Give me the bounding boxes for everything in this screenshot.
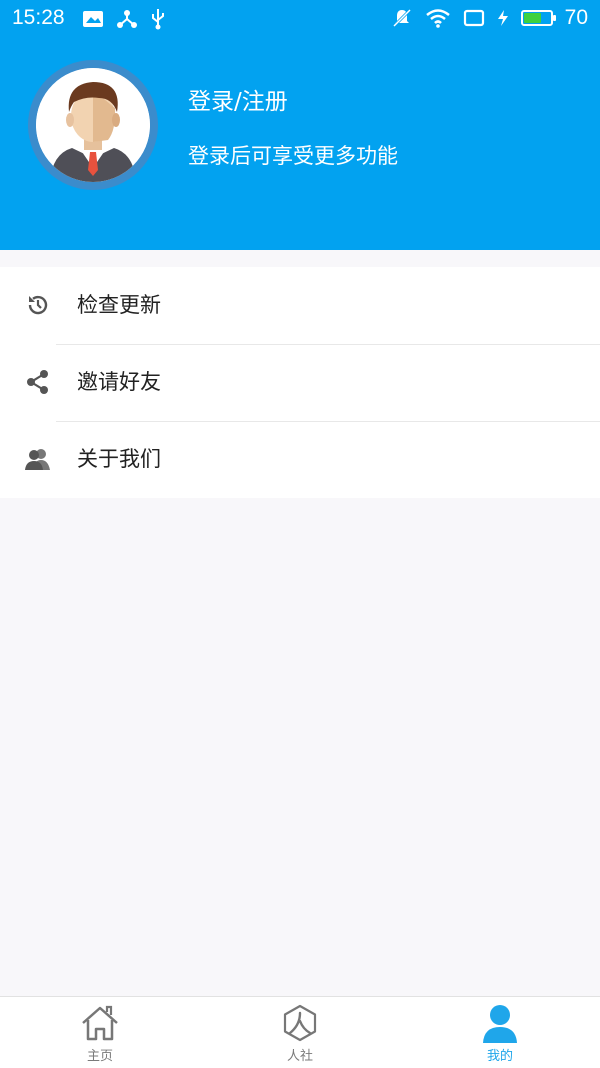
menu-label: 关于我们 <box>77 447 161 471</box>
menu-label: 检查更新 <box>77 293 161 317</box>
avatar-man-icon <box>36 68 150 182</box>
screen-icon <box>463 9 484 27</box>
share-icon <box>27 370 48 394</box>
login-hint-text: 登录后可享受更多功能 <box>188 144 398 168</box>
usb-icon <box>152 9 164 30</box>
mute-bell-icon <box>392 8 411 28</box>
status-time: 15:28 <box>12 6 65 29</box>
charging-bolt-icon <box>497 10 508 26</box>
bottom-tab-bar: 主页 人社 我的 <box>0 996 600 1068</box>
avatar[interactable] <box>36 68 150 182</box>
battery-level <box>523 13 542 23</box>
settings-menu: 检查更新 邀请好友 关于我们 <box>0 267 600 498</box>
network-share-icon <box>117 10 137 28</box>
status-right-icons: 70 <box>391 6 588 30</box>
profile-header: 15:28 70 登录/注册 登录后可享受更多功能 <box>0 0 600 250</box>
users-icon <box>25 449 50 470</box>
tab-label: 人社 <box>286 1049 313 1064</box>
login-register-link[interactable]: 登录/注册 <box>188 82 288 116</box>
image-notification-icon <box>83 11 103 27</box>
refresh-clock-icon <box>28 295 48 315</box>
menu-label: 邀请好友 <box>77 370 161 394</box>
tab-renshe[interactable]: 人社 <box>200 997 400 1068</box>
ren-hexagon-icon <box>283 1004 317 1042</box>
tab-home[interactable]: 主页 <box>0 997 200 1068</box>
home-icon <box>82 1005 118 1041</box>
status-bar: 15:28 70 <box>0 0 600 38</box>
battery-icon <box>520 10 556 26</box>
menu-item-about-us[interactable]: 关于我们 <box>0 421 600 498</box>
wifi-icon <box>425 9 450 28</box>
battery-percent: 70 <box>564 6 588 29</box>
tab-label: 主页 <box>86 1049 113 1064</box>
tab-mine[interactable]: 我的 <box>400 997 600 1068</box>
menu-item-invite-friends[interactable]: 邀请好友 <box>0 344 600 421</box>
tab-label: 我的 <box>486 1049 513 1064</box>
status-left-icons <box>82 8 166 30</box>
person-icon <box>483 1005 517 1043</box>
menu-item-check-update[interactable]: 检查更新 <box>0 267 600 344</box>
